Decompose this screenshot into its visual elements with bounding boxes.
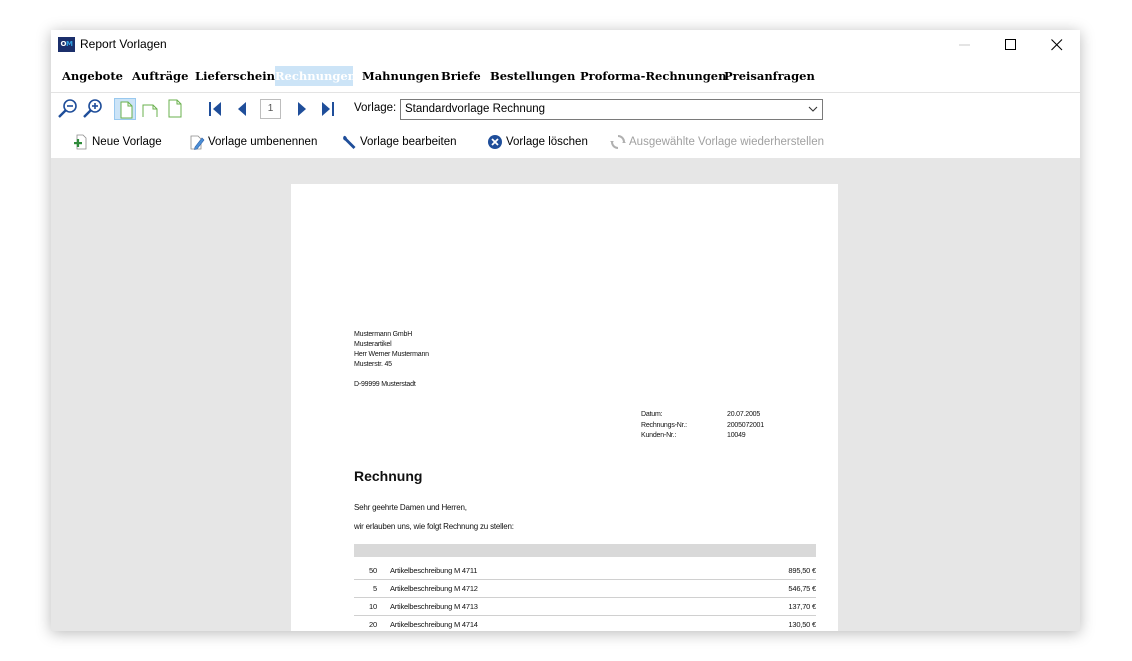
last-page-icon xyxy=(322,102,334,116)
tab-lieferscheine[interactable]: Lieferscheine xyxy=(195,66,282,86)
restore-icon xyxy=(610,135,626,149)
page-right-button[interactable] xyxy=(139,98,161,120)
items-table: 50 Artikelbeschreibung M 4711 895,50 € 5… xyxy=(354,562,816,631)
chevron-down-icon xyxy=(808,106,818,112)
first-page-icon xyxy=(209,102,221,116)
invoice-title: Rechnung xyxy=(354,468,423,484)
item-qty: 50 xyxy=(369,566,377,575)
prev-page-button[interactable] xyxy=(232,98,254,120)
close-button[interactable] xyxy=(1034,30,1080,60)
tab-preisanfragen[interactable]: Preisanfragen xyxy=(724,66,815,86)
zoom-in-icon xyxy=(83,99,102,118)
intro-text: wir erlauben uns, wie folgt Rechnung zu … xyxy=(354,522,514,531)
table-row: 5 Artikelbeschreibung M 4712 546,75 € xyxy=(354,580,816,598)
item-qty: 10 xyxy=(369,602,377,611)
last-page-button[interactable] xyxy=(317,98,339,120)
delete-circle-icon xyxy=(488,135,502,149)
preview-toolbar: 1 Vorlage: Standardvorlage Rechnung xyxy=(51,92,1080,127)
date-label: Datum: xyxy=(641,411,663,418)
item-price: 546,75 € xyxy=(788,584,816,593)
table-row: 20 Artikelbeschreibung M 4714 130,50 € xyxy=(354,616,816,631)
item-desc: Artikelbeschreibung M 4712 xyxy=(390,584,478,593)
greeting-text: Sehr geehrte Damen und Herren, xyxy=(354,503,467,512)
tab-rechnungen[interactable]: Rechnungen xyxy=(275,66,356,86)
page-number-input[interactable]: 1 xyxy=(260,99,281,119)
invoice-number-value: 2005072001 xyxy=(727,421,764,429)
item-desc: Artikelbeschreibung M 4711 xyxy=(390,566,478,575)
rename-document-icon xyxy=(190,135,205,150)
address-line: Mustermann GmbH xyxy=(354,331,413,338)
title-bar: OM Report Vorlagen xyxy=(51,30,1080,60)
tab-bestellungen[interactable]: Bestellungen xyxy=(490,66,575,86)
address-line: Musterstr. 45 xyxy=(354,361,392,368)
report-preview-area[interactable]: Mustermann GmbH Musterartikel Herr Werne… xyxy=(51,158,1080,631)
app-logo-icon: OM xyxy=(58,37,75,52)
template-actions-bar: Neue Vorlage Vorlage umbenennen Vorlage … xyxy=(51,126,1080,158)
tab-proforma-rechnungen[interactable]: Proforma-Rechnungen xyxy=(580,66,727,86)
address-line: Musterartikel xyxy=(354,341,392,348)
tab-mahnungen[interactable]: Mahnungen xyxy=(362,66,439,86)
wrench-icon xyxy=(343,135,356,149)
tab-briefe[interactable]: Briefe xyxy=(441,66,481,86)
close-icon xyxy=(1051,39,1063,51)
vorlage-label: Vorlage: xyxy=(354,102,397,114)
table-row: 10 Artikelbeschreibung M 4713 137,70 € xyxy=(354,598,816,616)
new-document-icon xyxy=(74,134,87,150)
item-desc: Artikelbeschreibung M 4713 xyxy=(390,602,478,611)
invoice-page: Mustermann GmbH Musterartikel Herr Werne… xyxy=(291,184,838,631)
prev-page-icon xyxy=(238,102,246,116)
customer-number-value: 10049 xyxy=(727,432,746,439)
page-right-icon xyxy=(142,104,158,117)
report-vorlagen-window: OM Report Vorlagen Angebote Aufträge Lie… xyxy=(51,30,1080,631)
zoom-out-icon xyxy=(58,99,77,118)
invoice-number-label: Rechnungs-Nr.: xyxy=(641,421,687,429)
item-desc: Artikelbeschreibung M 4714 xyxy=(390,620,478,629)
maximize-icon xyxy=(1005,39,1016,50)
page-left-button[interactable] xyxy=(164,98,186,120)
customer-number-label: Kunden-Nr.: xyxy=(641,432,677,439)
next-page-icon xyxy=(298,102,306,116)
date-value: 20.07.2005 xyxy=(727,411,761,418)
item-price: 137,70 € xyxy=(788,602,816,611)
item-price: 130,50 € xyxy=(788,620,816,629)
page-full-icon xyxy=(120,101,133,119)
item-qty: 20 xyxy=(369,620,377,629)
report-type-tabs: Angebote Aufträge Lieferscheine Rechnung… xyxy=(51,62,1080,88)
first-page-button[interactable] xyxy=(206,98,228,120)
items-table-header xyxy=(354,544,816,557)
next-page-button[interactable] xyxy=(291,98,313,120)
item-qty: 5 xyxy=(373,584,377,593)
window-title: Report Vorlagen xyxy=(80,37,167,51)
address-line: Herr Werner Mustermann xyxy=(354,351,429,358)
maximize-button[interactable] xyxy=(988,30,1034,60)
vorlage-select-value: Standardvorlage Rechnung xyxy=(405,103,546,115)
vorlage-select[interactable]: Standardvorlage Rechnung xyxy=(400,99,823,120)
item-price: 895,50 € xyxy=(788,566,816,575)
page-full-button[interactable] xyxy=(114,98,136,120)
address-line: D-99999 Musterstadt xyxy=(354,381,416,388)
minimize-button[interactable] xyxy=(942,30,988,60)
tab-auftraege[interactable]: Aufträge xyxy=(132,66,188,86)
page-left-icon xyxy=(168,99,182,118)
recipient-address: Mustermann GmbH Musterartikel Herr Werne… xyxy=(354,330,429,390)
minimize-icon xyxy=(959,44,970,46)
invoice-meta: Datum: 20.07.2005 Rechnungs-Nr.: 200507200… xyxy=(641,410,841,442)
zoom-out-button[interactable] xyxy=(57,98,79,120)
zoom-in-button[interactable] xyxy=(82,98,104,120)
tab-angebote[interactable]: Angebote xyxy=(62,66,123,86)
table-row: 50 Artikelbeschreibung M 4711 895,50 € xyxy=(354,562,816,580)
